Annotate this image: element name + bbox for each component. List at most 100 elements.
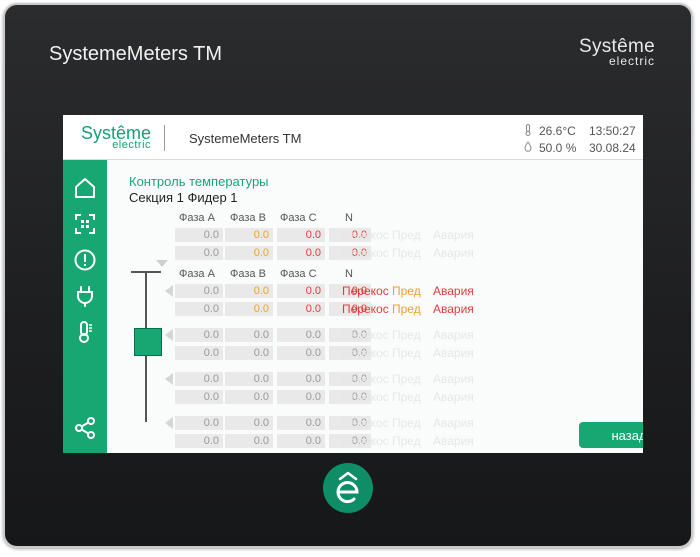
row-pointer xyxy=(165,373,173,385)
sidebar-item-alerts[interactable] xyxy=(73,248,97,272)
column-header: Фаза B xyxy=(230,212,266,224)
column-header: Фаза A xyxy=(179,212,215,224)
droplet-icon xyxy=(523,141,533,155)
temperature-control-panel: Контроль температуры Секция 1 Фидер 1 на… xyxy=(107,160,643,453)
alarm-indicator: Перекос xyxy=(342,246,389,260)
column-header: N xyxy=(345,212,353,224)
alarm-indicator: Перекос xyxy=(342,284,389,298)
alarm-indicator: Пред xyxy=(392,228,421,242)
value-cell: 0.0 xyxy=(175,328,223,342)
device-home-button[interactable] xyxy=(323,463,373,513)
column-header: Фаза A xyxy=(179,268,215,280)
alarm-indicator: Пред xyxy=(392,284,421,298)
thermometer-small-icon xyxy=(523,123,533,139)
section-title: Секция 1 Фидер 1 xyxy=(129,190,238,205)
value-cell: 0.0 xyxy=(277,302,325,316)
value-cell: 0.0 xyxy=(225,228,273,242)
alarm-indicator: Пред xyxy=(392,416,421,430)
status-panel: 26.6°C 13:50:27 50.0 % 30.08.24 xyxy=(523,123,636,157)
top-bar: Systême electric SystemeMeters TM 26.6°C… xyxy=(63,115,643,160)
device-title: SystemeMeters TM xyxy=(49,43,222,65)
value-cell: 0.0 xyxy=(225,246,273,260)
topbar-divider xyxy=(164,125,165,151)
sidebar-item-network[interactable] xyxy=(73,416,97,440)
device-frame: SystemeMeters TM Systême electric Systêm… xyxy=(3,3,693,548)
bezel-logo: Systême electric xyxy=(579,37,655,67)
time-value: 13:50:27 xyxy=(589,124,636,138)
sidebar-item-power[interactable] xyxy=(73,284,97,308)
alarm-indicator: Перекос xyxy=(342,228,389,242)
row-pointer xyxy=(165,417,173,429)
column-header: N xyxy=(345,268,353,280)
alarm-indicator: Пред xyxy=(392,346,421,360)
page-title: Контроль температуры xyxy=(129,174,269,189)
alarm-indicator: Пред xyxy=(392,302,421,316)
alarm-indicator: Авария xyxy=(433,302,474,316)
value-cell: 0.0 xyxy=(277,372,325,386)
value-cell: 0.0 xyxy=(175,416,223,430)
value-cell: 0.0 xyxy=(175,228,223,242)
value-cell: 0.0 xyxy=(225,302,273,316)
alarm-indicator: Перекос xyxy=(342,372,389,386)
value-cell: 0.0 xyxy=(175,372,223,386)
value-cell: 0.0 xyxy=(277,390,325,404)
column-header: Фаза C xyxy=(280,268,317,280)
alarm-indicator: Авария xyxy=(433,434,474,448)
column-header: Фаза C xyxy=(280,212,317,224)
value-cell: 0.0 xyxy=(225,434,273,448)
value-cell: 0.0 xyxy=(225,346,273,360)
level-track-top xyxy=(131,271,161,273)
alarm-indicator: Авария xyxy=(433,328,474,342)
alarm-indicator: Перекос xyxy=(342,390,389,404)
alarm-indicator: Авария xyxy=(433,372,474,386)
hmi-screen: Systême electric SystemeMeters TM 26.6°C… xyxy=(63,115,643,453)
feeder-selector-slider[interactable] xyxy=(134,328,162,356)
value-cell: 0.0 xyxy=(277,346,325,360)
alarm-indicator: Перекос xyxy=(342,328,389,342)
alarm-indicator: Пред xyxy=(392,328,421,342)
value-cell: 0.0 xyxy=(277,228,325,242)
humidity-value: 50.0 % xyxy=(539,141,577,155)
value-cell: 0.0 xyxy=(175,390,223,404)
alarm-indicator: Пред xyxy=(392,246,421,260)
value-cell: 0.0 xyxy=(225,284,273,298)
back-button[interactable]: назад xyxy=(579,422,643,448)
alarm-indicator: Авария xyxy=(433,346,474,360)
sidebar-item-scan[interactable] xyxy=(73,212,97,236)
alarm-indicator: Авария xyxy=(433,228,474,242)
value-cell: 0.0 xyxy=(277,328,325,342)
systeme-logo: Systême electric xyxy=(81,124,151,151)
alarm-indicator: Авария xyxy=(433,416,474,430)
share-icon xyxy=(75,417,95,439)
level-marker xyxy=(156,260,168,267)
alarm-indicator: Пред xyxy=(392,390,421,404)
sidebar-item-home[interactable] xyxy=(73,176,97,200)
value-cell: 0.0 xyxy=(175,246,223,260)
app-title: SystemeMeters TM xyxy=(189,131,302,146)
value-cell: 0.0 xyxy=(175,346,223,360)
alarm-indicator: Пред xyxy=(392,434,421,448)
temperature-value: 26.6°C xyxy=(539,124,576,138)
value-cell: 0.0 xyxy=(225,416,273,430)
value-cell: 0.0 xyxy=(225,390,273,404)
alarm-indicator: Пред xyxy=(392,372,421,386)
alarm-indicator: Авария xyxy=(433,390,474,404)
value-cell: 0.0 xyxy=(277,416,325,430)
thermometer-icon xyxy=(79,321,92,343)
value-cell: 0.0 xyxy=(277,284,325,298)
alert-icon xyxy=(74,249,96,271)
row-pointer xyxy=(165,285,173,297)
value-cell: 0.0 xyxy=(225,328,273,342)
date-value: 30.08.24 xyxy=(589,141,636,155)
value-cell: 0.0 xyxy=(175,284,223,298)
value-cell: 0.0 xyxy=(277,246,325,260)
value-cell: 0.0 xyxy=(175,302,223,316)
sidebar-item-temperature[interactable] xyxy=(73,320,97,344)
sidebar xyxy=(63,160,107,453)
alarm-indicator: Перекос xyxy=(342,416,389,430)
plug-icon xyxy=(77,286,93,307)
alarm-indicator: Перекос xyxy=(342,434,389,448)
value-cell: 0.0 xyxy=(277,434,325,448)
value-cell: 0.0 xyxy=(225,372,273,386)
alarm-indicator: Авария xyxy=(433,284,474,298)
